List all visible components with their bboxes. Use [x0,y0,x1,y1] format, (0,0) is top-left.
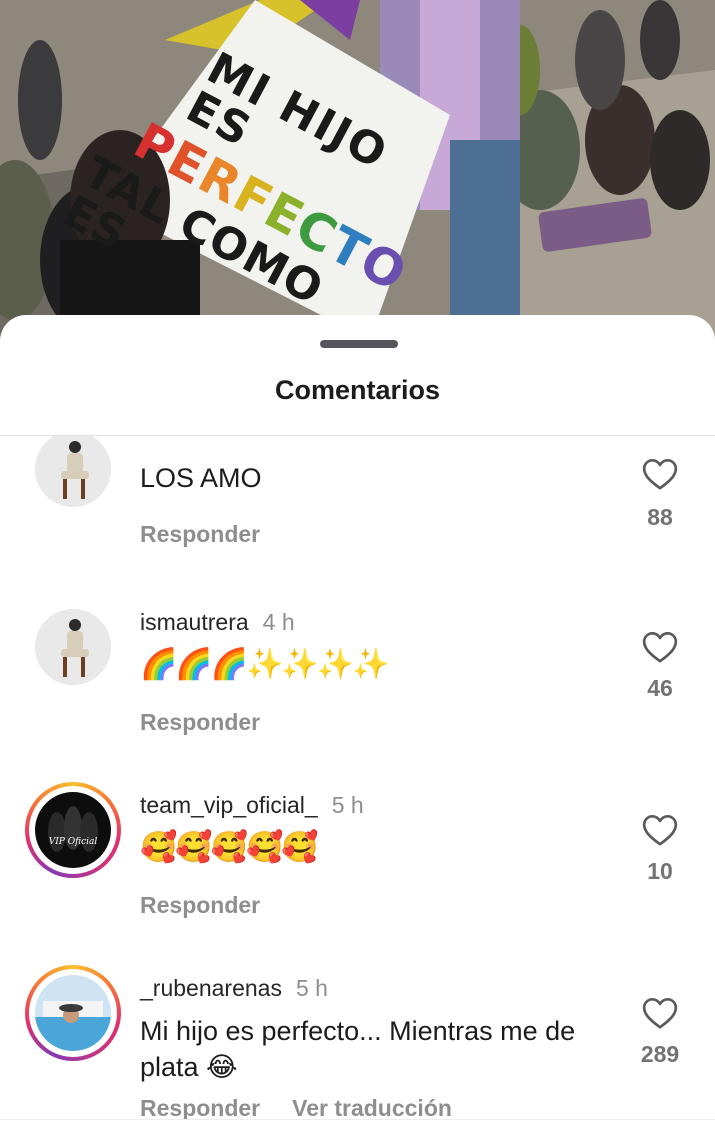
comment-item: _rubenarenas 5 h Mi hijo es perfecto... M… [0,965,715,1121]
like-count: 289 [640,1041,680,1067]
comment-time: 4 h [263,436,295,438]
comment-username[interactable]: ismautrera [140,436,249,438]
heart-icon[interactable] [640,810,680,850]
comment-time: 4 h [262,609,295,635]
avatar-image [35,975,111,1051]
sheet-title: Comentarios [274,375,441,405]
post-photo: MI HIJO ES PERFECTO TAL COMO ES [0,0,715,340]
avatar-story-ring[interactable]: VIP Oficial [25,782,121,878]
comment-text: Mi hijo es perfecto... Mientras me de pl… [140,1016,576,1082]
comment-meta: ismautrera 4 h [140,609,295,636]
drag-handle[interactable] [320,340,398,348]
comment-username[interactable]: _rubenarenas [140,975,282,1001]
avatar[interactable] [35,436,111,507]
avatar-story-ring[interactable] [25,965,121,1061]
heart-icon[interactable] [640,993,680,1033]
avatar-image [35,609,111,685]
comments-sheet: Comentarios ismautrera 4 h LOS AMO Respon… [0,315,715,1148]
heart-icon[interactable] [640,627,680,667]
avatar-image: VIP Oficial [35,792,111,868]
like-count: 88 [647,504,673,530]
like-count: 10 [647,858,673,884]
comment-item: VIP Oficial team_vip_oficial_ 5 h 🥰🥰🥰🥰🥰 R… [0,782,715,962]
comment-item: ismautrera 4 h LOS AMO Responder 88 [0,436,715,596]
bottom-bar [0,1119,715,1148]
reply-button[interactable]: Responder [140,892,260,919]
comment-username[interactable]: ismautrera [140,609,249,635]
comment-meta: _rubenarenas 5 h [140,975,328,1002]
heart-icon[interactable] [640,454,680,494]
like-count: 46 [647,675,673,701]
avatar-image [35,436,111,507]
comments-list[interactable]: ismautrera 4 h LOS AMO Responder 88 [0,436,715,1121]
comment-username[interactable]: team_vip_oficial_ [140,792,318,818]
avatar[interactable] [35,609,111,685]
comment-meta: ismautrera 4 h [140,436,295,439]
reply-button[interactable]: Responder [140,1095,260,1121]
reply-button[interactable]: Responder [140,521,260,548]
comment-emojis: 🥰🥰🥰🥰🥰 [140,831,319,864]
comment-time: 5 h [331,792,364,818]
comment-time: 5 h [295,975,328,1001]
avatar-label: VIP Oficial [49,837,98,847]
translate-button[interactable]: Ver traducción [292,1095,452,1121]
reply-button[interactable]: Responder [140,709,260,736]
comment-emojis: 🌈🌈🌈✨✨✨✨ [140,648,389,681]
comment-actions: Responder Ver traducción [140,1095,452,1121]
comment-item: ismautrera 4 h 🌈🌈🌈✨✨✨✨ Responder 46 [0,609,715,779]
comment-text: LOS AMO [140,463,262,493]
comment-meta: team_vip_oficial_ 5 h [140,792,364,819]
